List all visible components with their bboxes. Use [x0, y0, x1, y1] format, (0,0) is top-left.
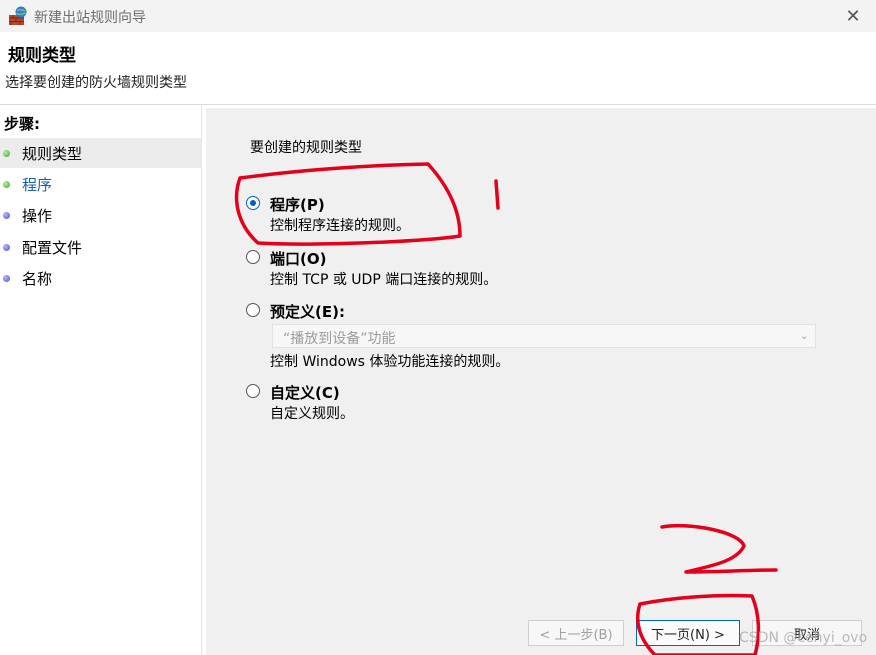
wizard-header: 规则类型 选择要创建的防火墙规则类型 [0, 32, 876, 105]
close-button[interactable]: ✕ [830, 0, 876, 32]
option-description: 自定义规则。 [270, 406, 354, 422]
step-label: 规则类型 [22, 144, 83, 163]
steps-panel: 步骤: 规则类型 程序 操作 配置文件 名称 [0, 105, 202, 655]
back-button[interactable]: < 上一步(B) [528, 620, 624, 646]
option-description: 控制 TCP 或 UDP 端口连接的规则。 [270, 272, 498, 288]
step-name: 名称 [0, 263, 201, 293]
predefined-select-value: “播放到设备”功能 [283, 331, 396, 347]
option-label[interactable]: 程序(P) [270, 194, 325, 215]
option-label[interactable]: 自定义(C) [270, 382, 340, 403]
option-label[interactable]: 预定义(E): [270, 301, 345, 322]
close-icon: ✕ [845, 5, 861, 27]
step-pending-dot-icon [3, 243, 10, 251]
radio-program[interactable] [246, 196, 260, 210]
option-description: 控制 Windows 体验功能连接的规则。 [270, 354, 510, 370]
chevron-down-icon: ⌄ [799, 329, 809, 342]
option-description: 控制程序连接的规则。 [270, 218, 410, 234]
radio-port[interactable] [246, 250, 260, 264]
next-button[interactable]: 下一页(N) > [636, 620, 740, 646]
window-title: 新建出站规则向导 [34, 10, 146, 26]
watermark: CSDN @cehyi_ovo [739, 630, 868, 646]
steps-heading: 步骤: [4, 115, 40, 133]
step-rule-type: 规则类型 [0, 138, 201, 168]
step-label: 配置文件 [22, 238, 83, 257]
content-panel: 要创建的规则类型 程序(P) 控制程序连接的规则。 端口(O) 控制 TCP 或… [206, 108, 876, 655]
step-label[interactable]: 程序 [22, 174, 52, 195]
firewall-wall-icon [9, 6, 27, 25]
page-subtitle: 选择要创建的防火墙规则类型 [5, 75, 187, 91]
step-pending-dot-icon [3, 274, 10, 282]
step-profile: 配置文件 [0, 232, 201, 262]
option-label[interactable]: 端口(O) [270, 248, 326, 269]
predefined-select[interactable]: “播放到设备”功能 ⌄ [272, 324, 816, 348]
radio-predefined[interactable] [246, 303, 260, 317]
step-complete-dot-icon [3, 180, 10, 188]
radio-custom[interactable] [246, 384, 260, 398]
rule-type-question: 要创建的规则类型 [250, 140, 362, 156]
step-action: 操作 [0, 200, 201, 230]
title-bar: 新建出站规则向导 ✕ [0, 0, 876, 32]
step-program[interactable]: 程序 [0, 169, 201, 199]
step-pending-dot-icon [3, 211, 10, 219]
step-label: 名称 [22, 269, 53, 288]
page-title: 规则类型 [8, 46, 76, 66]
step-label: 操作 [22, 206, 53, 225]
step-complete-dot-icon [3, 149, 10, 157]
